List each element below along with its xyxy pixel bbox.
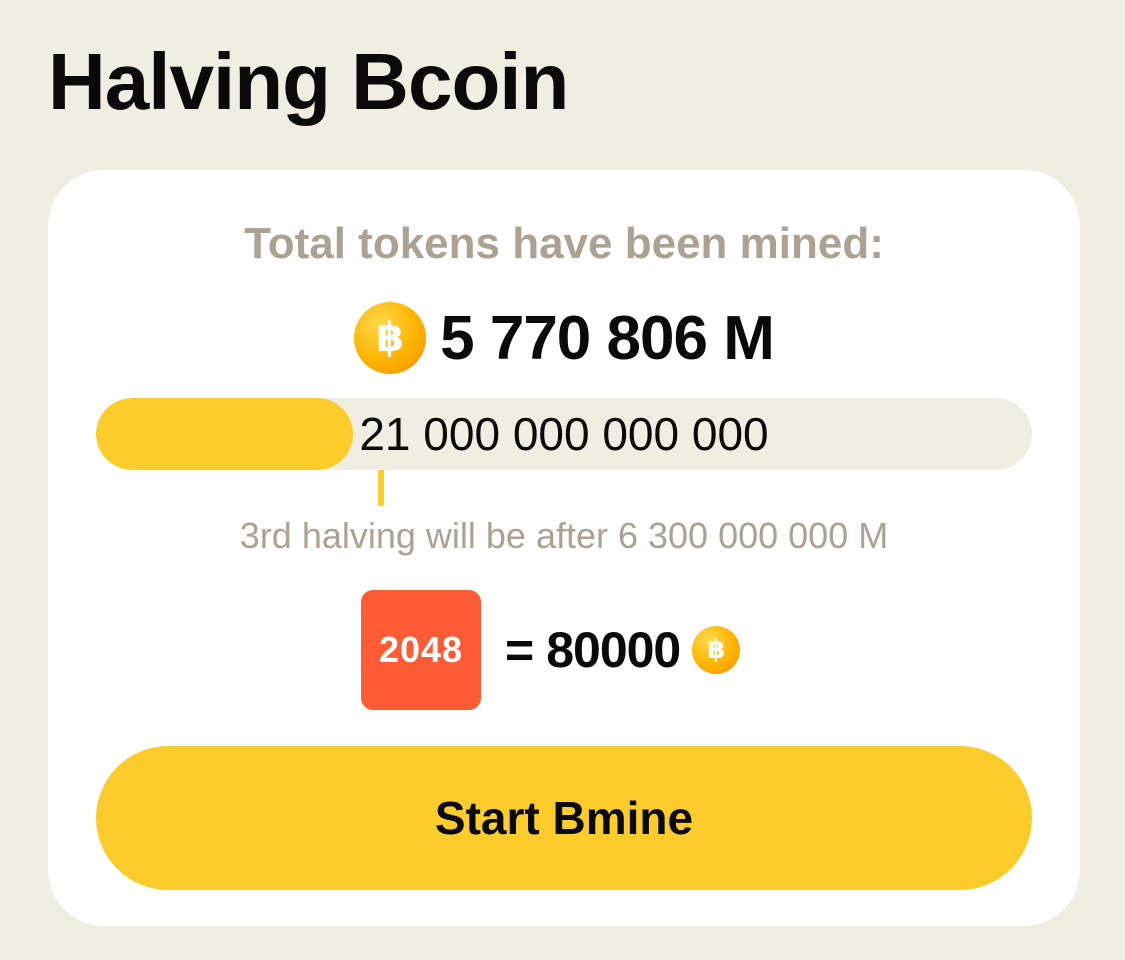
rate-equals: =: [505, 622, 535, 678]
halving-card: Total tokens have been mined: ฿ 5 770 80…: [48, 170, 1080, 926]
mined-total: ฿ 5 770 806 M: [48, 300, 1080, 376]
exchange-rate: 2048 = 80000 ฿: [361, 590, 741, 710]
total-supply-label: 21 000 000 000 000: [359, 408, 769, 460]
page-title: Halving Bcoin: [48, 37, 569, 126]
start-bmine-button[interactable]: Start Bmine: [96, 746, 1032, 890]
halving-note: 3rd halving will be after 6 300 000 000 …: [239, 515, 889, 556]
bitcoin-coin-icon: ฿: [692, 626, 741, 674]
tile-2048: 2048: [361, 590, 481, 710]
rate-value: 80000: [546, 622, 681, 678]
bitcoin-coin-icon: ฿: [354, 302, 427, 374]
halving-marker: [378, 470, 384, 506]
supply-progress-bar: 21 000 000 000 000: [96, 398, 1032, 470]
mined-label: Total tokens have been mined:: [244, 219, 884, 268]
mined-value: 5 770 806 M: [440, 303, 775, 373]
